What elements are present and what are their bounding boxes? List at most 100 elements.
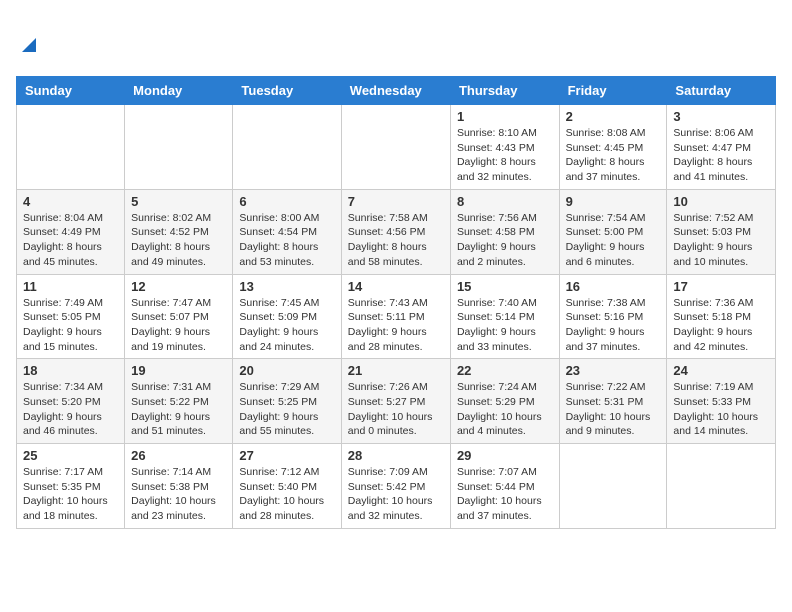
day-number: 28: [348, 448, 444, 463]
day-number: 1: [457, 109, 553, 124]
day-info: Sunrise: 7:12 AM Sunset: 5:40 PM Dayligh…: [239, 465, 334, 524]
calendar-cell: 12 Sunrise: 7:47 AM Sunset: 5:07 PM Dayli…: [125, 274, 233, 359]
day-info: Sunrise: 7:26 AM Sunset: 5:27 PM Dayligh…: [348, 380, 444, 439]
calendar-week-row: 11 Sunrise: 7:49 AM Sunset: 5:05 PM Dayli…: [17, 274, 776, 359]
day-number: 26: [131, 448, 226, 463]
day-info: Sunrise: 8:06 AM Sunset: 4:47 PM Dayligh…: [673, 126, 769, 185]
calendar-cell: 9 Sunrise: 7:54 AM Sunset: 5:00 PM Daylig…: [559, 189, 667, 274]
day-info: Sunrise: 7:19 AM Sunset: 5:33 PM Dayligh…: [673, 380, 769, 439]
calendar-cell: 6 Sunrise: 8:00 AM Sunset: 4:54 PM Daylig…: [233, 189, 341, 274]
day-number: 2: [566, 109, 661, 124]
day-number: 29: [457, 448, 553, 463]
calendar-cell: 29 Sunrise: 7:07 AM Sunset: 5:44 PM Dayli…: [450, 444, 559, 529]
day-info: Sunrise: 8:04 AM Sunset: 4:49 PM Dayligh…: [23, 211, 118, 270]
weekday-header: Wednesday: [341, 77, 450, 105]
day-info: Sunrise: 7:56 AM Sunset: 4:58 PM Dayligh…: [457, 211, 553, 270]
day-number: 27: [239, 448, 334, 463]
calendar-cell: 23 Sunrise: 7:22 AM Sunset: 5:31 PM Dayli…: [559, 359, 667, 444]
calendar-cell: 14 Sunrise: 7:43 AM Sunset: 5:11 PM Dayli…: [341, 274, 450, 359]
calendar-cell: 2 Sunrise: 8:08 AM Sunset: 4:45 PM Daylig…: [559, 105, 667, 190]
day-info: Sunrise: 7:36 AM Sunset: 5:18 PM Dayligh…: [673, 296, 769, 355]
day-info: Sunrise: 7:40 AM Sunset: 5:14 PM Dayligh…: [457, 296, 553, 355]
day-info: Sunrise: 8:02 AM Sunset: 4:52 PM Dayligh…: [131, 211, 226, 270]
calendar-cell: 3 Sunrise: 8:06 AM Sunset: 4:47 PM Daylig…: [667, 105, 776, 190]
calendar-cell: [125, 105, 233, 190]
calendar-cell: [17, 105, 125, 190]
calendar-cell: [667, 444, 776, 529]
calendar-cell: 15 Sunrise: 7:40 AM Sunset: 5:14 PM Dayli…: [450, 274, 559, 359]
calendar-table: SundayMondayTuesdayWednesdayThursdayFrid…: [16, 76, 776, 529]
day-number: 20: [239, 363, 334, 378]
calendar-cell: [341, 105, 450, 190]
day-info: Sunrise: 7:17 AM Sunset: 5:35 PM Dayligh…: [23, 465, 118, 524]
day-number: 4: [23, 194, 118, 209]
day-number: 22: [457, 363, 553, 378]
calendar-cell: 27 Sunrise: 7:12 AM Sunset: 5:40 PM Dayli…: [233, 444, 341, 529]
day-number: 5: [131, 194, 226, 209]
calendar-cell: 26 Sunrise: 7:14 AM Sunset: 5:38 PM Dayli…: [125, 444, 233, 529]
day-info: Sunrise: 7:49 AM Sunset: 5:05 PM Dayligh…: [23, 296, 118, 355]
day-number: 18: [23, 363, 118, 378]
day-number: 21: [348, 363, 444, 378]
day-number: 12: [131, 279, 226, 294]
weekday-header: Sunday: [17, 77, 125, 105]
day-info: Sunrise: 7:07 AM Sunset: 5:44 PM Dayligh…: [457, 465, 553, 524]
calendar-cell: 28 Sunrise: 7:09 AM Sunset: 5:42 PM Dayli…: [341, 444, 450, 529]
page-header: [16, 16, 776, 68]
day-info: Sunrise: 7:09 AM Sunset: 5:42 PM Dayligh…: [348, 465, 444, 524]
day-number: 25: [23, 448, 118, 463]
calendar-week-row: 1Sunrise: 8:10 AM Sunset: 4:43 PM Daylig…: [17, 105, 776, 190]
day-info: Sunrise: 7:14 AM Sunset: 5:38 PM Dayligh…: [131, 465, 226, 524]
weekday-header: Thursday: [450, 77, 559, 105]
calendar-cell: 25 Sunrise: 7:17 AM Sunset: 5:35 PM Dayli…: [17, 444, 125, 529]
day-info: Sunrise: 7:47 AM Sunset: 5:07 PM Dayligh…: [131, 296, 226, 355]
weekday-header: Friday: [559, 77, 667, 105]
day-info: Sunrise: 7:58 AM Sunset: 4:56 PM Dayligh…: [348, 211, 444, 270]
weekday-header: Monday: [125, 77, 233, 105]
calendar-cell: [559, 444, 667, 529]
calendar-cell: 16Sunrise: 7:38 AM Sunset: 5:16 PM Dayli…: [559, 274, 667, 359]
day-info: Sunrise: 7:22 AM Sunset: 5:31 PM Dayligh…: [566, 380, 661, 439]
logo: [16, 16, 126, 68]
day-info: Sunrise: 8:00 AM Sunset: 4:54 PM Dayligh…: [239, 211, 334, 270]
day-number: 7: [348, 194, 444, 209]
day-number: 15: [457, 279, 553, 294]
day-number: 17: [673, 279, 769, 294]
calendar-cell: [233, 105, 341, 190]
weekday-header: Tuesday: [233, 77, 341, 105]
day-number: 10: [673, 194, 769, 209]
day-number: 13: [239, 279, 334, 294]
logo-arrow-icon: [18, 34, 40, 56]
day-number: 23: [566, 363, 661, 378]
day-number: 16: [566, 279, 661, 294]
day-number: 24: [673, 363, 769, 378]
calendar-cell: 17 Sunrise: 7:36 AM Sunset: 5:18 PM Dayli…: [667, 274, 776, 359]
calendar-cell: 8 Sunrise: 7:56 AM Sunset: 4:58 PM Daylig…: [450, 189, 559, 274]
calendar-cell: 10 Sunrise: 7:52 AM Sunset: 5:03 PM Dayli…: [667, 189, 776, 274]
calendar-cell: 4 Sunrise: 8:04 AM Sunset: 4:49 PM Daylig…: [17, 189, 125, 274]
day-number: 19: [131, 363, 226, 378]
calendar-week-row: 18Sunrise: 7:34 AM Sunset: 5:20 PM Dayli…: [17, 359, 776, 444]
calendar-week-row: 25 Sunrise: 7:17 AM Sunset: 5:35 PM Dayli…: [17, 444, 776, 529]
calendar-cell: 19Sunrise: 7:31 AM Sunset: 5:22 PM Dayli…: [125, 359, 233, 444]
day-info: Sunrise: 7:45 AM Sunset: 5:09 PM Dayligh…: [239, 296, 334, 355]
day-info: Sunrise: 7:29 AM Sunset: 5:25 PM Dayligh…: [239, 380, 334, 439]
day-info: Sunrise: 7:52 AM Sunset: 5:03 PM Dayligh…: [673, 211, 769, 270]
calendar-cell: 7 Sunrise: 7:58 AM Sunset: 4:56 PM Daylig…: [341, 189, 450, 274]
calendar-header-row: SundayMondayTuesdayWednesdayThursdayFrid…: [17, 77, 776, 105]
day-number: 9: [566, 194, 661, 209]
calendar-cell: 21 Sunrise: 7:26 AM Sunset: 5:27 PM Dayli…: [341, 359, 450, 444]
day-number: 6: [239, 194, 334, 209]
day-info: Sunrise: 8:08 AM Sunset: 4:45 PM Dayligh…: [566, 126, 661, 185]
calendar-cell: 13 Sunrise: 7:45 AM Sunset: 5:09 PM Dayli…: [233, 274, 341, 359]
day-info: Sunrise: 7:54 AM Sunset: 5:00 PM Dayligh…: [566, 211, 661, 270]
weekday-header: Saturday: [667, 77, 776, 105]
day-number: 11: [23, 279, 118, 294]
day-number: 8: [457, 194, 553, 209]
day-info: Sunrise: 7:24 AM Sunset: 5:29 PM Dayligh…: [457, 380, 553, 439]
calendar-cell: 1Sunrise: 8:10 AM Sunset: 4:43 PM Daylig…: [450, 105, 559, 190]
day-number: 14: [348, 279, 444, 294]
calendar-cell: 22 Sunrise: 7:24 AM Sunset: 5:29 PM Dayli…: [450, 359, 559, 444]
day-info: Sunrise: 7:43 AM Sunset: 5:11 PM Dayligh…: [348, 296, 444, 355]
day-number: 3: [673, 109, 769, 124]
